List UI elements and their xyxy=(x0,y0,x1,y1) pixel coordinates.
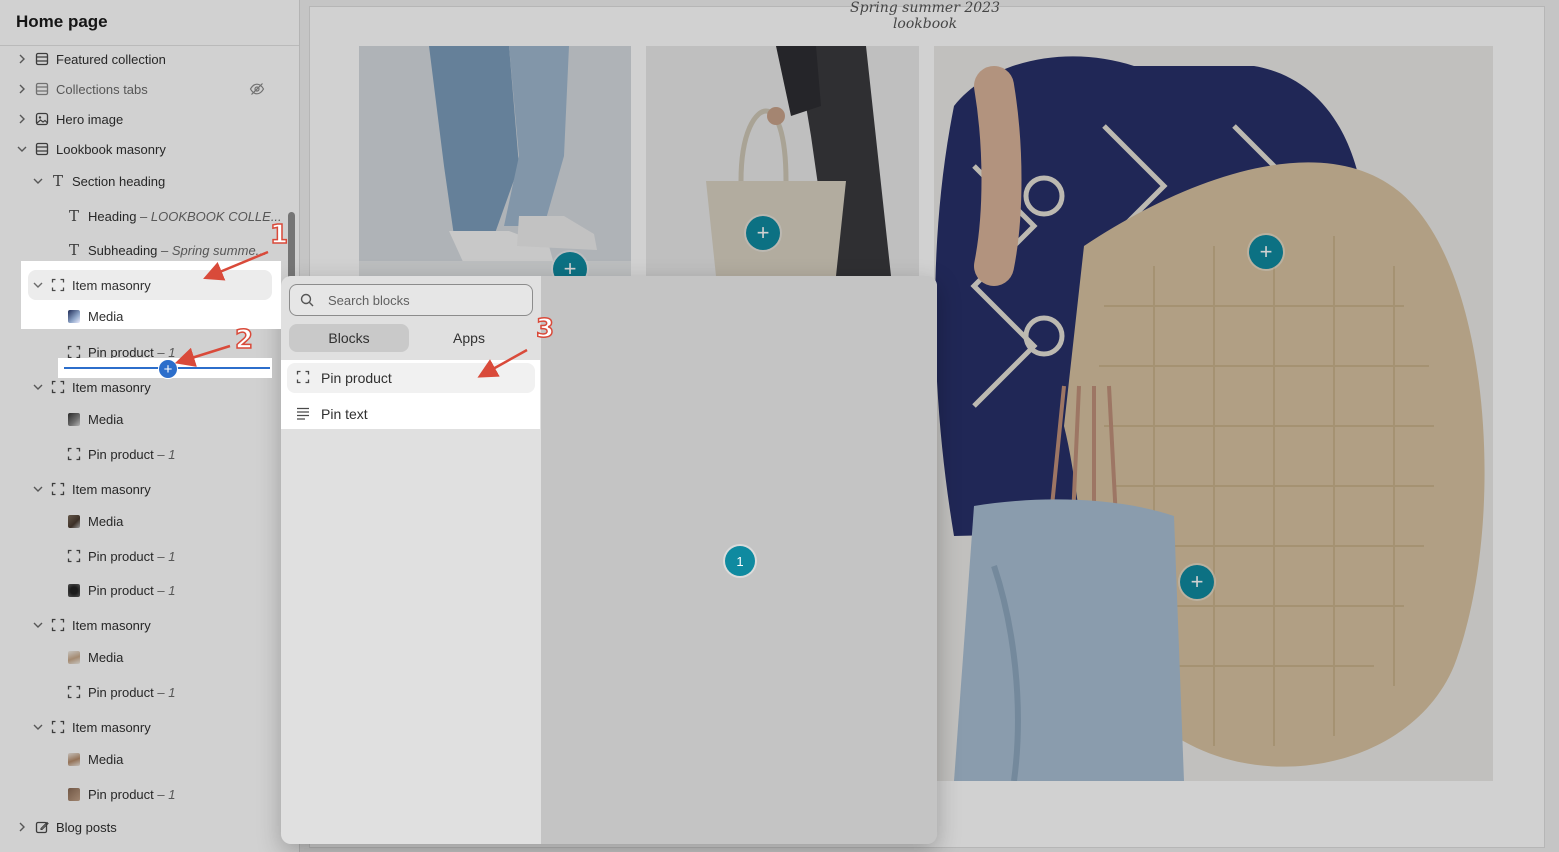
block-icon xyxy=(296,370,312,386)
block-preview-panel: 1 xyxy=(541,276,937,844)
media-thumbnail xyxy=(66,308,82,324)
tree-item-media[interactable]: Media xyxy=(21,301,311,331)
menu-item-pin-text[interactable]: Pin text xyxy=(287,399,535,429)
menu-item-label: Pin text xyxy=(321,406,368,422)
pin-number-marker: 1 xyxy=(725,546,755,576)
tree-item-item-masonry[interactable]: Item masonry xyxy=(21,270,311,300)
search-placeholder: Search blocks xyxy=(328,292,410,308)
tree-item-label: Item masonry xyxy=(72,277,151,293)
text-lines-icon xyxy=(296,406,312,422)
block-tabs: Blocks Apps xyxy=(289,324,539,354)
block-options-menu: Pin product Pin text xyxy=(281,360,540,429)
search-blocks-input[interactable]: Search blocks xyxy=(289,284,533,316)
annotation-number-1: 1 xyxy=(269,219,289,251)
chevron-down-icon[interactable] xyxy=(32,279,44,291)
block-icon xyxy=(50,277,66,293)
menu-item-label: Pin product xyxy=(321,370,392,386)
tab-apps[interactable]: Apps xyxy=(409,324,529,352)
menu-item-pin-product[interactable]: Pin product xyxy=(287,363,535,393)
tree-item-label: Media xyxy=(88,308,124,324)
annotation-number-2: 2 xyxy=(234,324,254,356)
annotation-number-3: 3 xyxy=(535,313,555,345)
add-block-button[interactable]: + xyxy=(158,359,178,379)
highlight-item-masonry: Item masonry Media xyxy=(21,261,281,329)
